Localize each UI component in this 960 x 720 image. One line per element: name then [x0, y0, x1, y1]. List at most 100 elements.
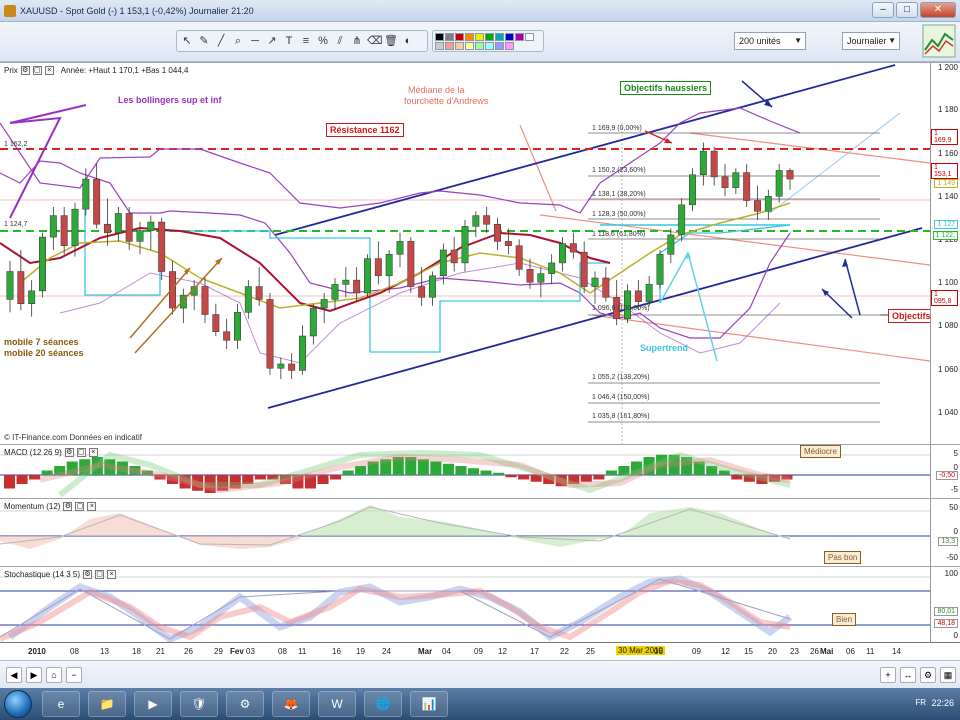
close-icon[interactable]: ×	[87, 502, 97, 511]
copy-icon[interactable]: ▢	[32, 66, 42, 75]
units-select[interactable]: 200 unités ▼	[734, 32, 806, 50]
candle-body[interactable]	[309, 307, 317, 337]
candle-body[interactable]	[786, 170, 794, 180]
candle-body[interactable]	[201, 286, 209, 315]
stochastic-chart[interactable]	[0, 567, 930, 643]
hline-icon[interactable]: ─	[248, 34, 262, 48]
trendline-icon[interactable]: ↗	[265, 34, 279, 48]
color-swatch[interactable]	[435, 42, 444, 50]
candle-body[interactable]	[710, 150, 718, 178]
candle-body[interactable]	[71, 208, 79, 246]
candle-body[interactable]	[418, 286, 426, 298]
tool-icon[interactable]: ⚙	[83, 570, 93, 579]
maximize-button[interactable]: □	[896, 2, 918, 18]
candle-body[interactable]	[450, 249, 458, 264]
candle-body[interactable]	[580, 251, 588, 287]
candle-body[interactable]	[591, 277, 599, 287]
candle-body[interactable]	[385, 254, 393, 277]
candle-body[interactable]	[754, 200, 761, 212]
candle-body[interactable]	[407, 241, 415, 287]
candle-body[interactable]	[732, 172, 740, 188]
candle-body[interactable]	[548, 262, 556, 274]
candle-body[interactable]	[6, 271, 14, 300]
candle-body[interactable]	[17, 271, 25, 304]
candle-body[interactable]	[364, 258, 371, 294]
candle-body[interactable]	[721, 176, 729, 188]
settings-icon[interactable]: ⚙	[920, 667, 936, 683]
candle-body[interactable]	[634, 290, 642, 302]
color-swatch[interactable]	[445, 42, 454, 50]
color-swatch[interactable]	[485, 42, 494, 50]
candle-body[interactable]	[353, 279, 361, 294]
start-button[interactable]	[4, 690, 32, 718]
candle-body[interactable]	[277, 363, 285, 369]
candle-body[interactable]	[537, 273, 545, 283]
candle-body[interactable]	[743, 172, 751, 201]
pencil-icon[interactable]: ✎	[197, 34, 211, 48]
fibo-icon[interactable]: ≡	[299, 34, 313, 48]
candle-body[interactable]	[515, 245, 523, 270]
candle-body[interactable]	[212, 314, 220, 332]
color-swatch[interactable]	[445, 33, 454, 41]
tool-icon[interactable]: ⚙	[63, 502, 73, 511]
candle-body[interactable]	[504, 241, 512, 246]
color-swatch[interactable]	[455, 33, 464, 41]
eraser-icon[interactable]: ⌫	[367, 34, 383, 48]
macd-chart[interactable]	[0, 445, 930, 499]
candle-body[interactable]	[223, 331, 231, 341]
color-swatch[interactable]	[505, 33, 514, 41]
scroll-right-icon[interactable]: ▶	[26, 667, 42, 683]
candle-body[interactable]	[104, 223, 111, 234]
candle-body[interactable]	[234, 312, 241, 341]
close-button[interactable]: ✕	[920, 2, 956, 18]
candle-body[interactable]	[494, 223, 501, 242]
color-swatch[interactable]	[495, 33, 504, 41]
language-indicator[interactable]: FR	[915, 698, 926, 707]
taskbar-app-icon[interactable]: W	[318, 691, 356, 717]
candle-body[interactable]	[374, 258, 382, 277]
taskbar-app-icon[interactable]: 📁	[88, 691, 126, 717]
candle-body[interactable]	[158, 221, 166, 272]
color-swatch[interactable]	[465, 33, 474, 41]
candle-body[interactable]	[288, 363, 296, 371]
candle-body[interactable]	[559, 243, 566, 264]
candle-body[interactable]	[689, 174, 696, 206]
zoom-in-icon[interactable]: +	[880, 667, 896, 683]
tool-icon[interactable]: ⚙	[20, 66, 30, 75]
candle-body[interactable]	[775, 170, 783, 197]
candle-body[interactable]	[39, 236, 46, 292]
taskbar-app-icon[interactable]: 🌐	[364, 691, 402, 717]
candle-body[interactable]	[439, 249, 447, 277]
minimize-button[interactable]: –	[872, 2, 894, 18]
taskbar-app-icon[interactable]: ⚙	[226, 691, 264, 717]
candle-body[interactable]	[461, 226, 469, 264]
momentum-chart[interactable]	[0, 499, 930, 567]
stochastic-panel[interactable]: Stochastique (14 3 5) ⚙ ▢ × Bien 100 0 8…	[0, 566, 960, 643]
color-swatch[interactable]	[465, 42, 474, 50]
color-swatch[interactable]	[495, 42, 504, 50]
candle-body[interactable]	[28, 290, 36, 305]
macd-panel[interactable]: MACD (12 26 9) ⚙ ▢ × Médiocre 5 0 -5 -0,…	[0, 444, 960, 498]
candle-body[interactable]	[602, 277, 610, 298]
price-axis[interactable]: 1 200 1 180 1 160 1 140 1 120 1 100 1 08…	[930, 63, 960, 444]
lock-icon[interactable]: ⌂	[46, 667, 62, 683]
candle-body[interactable]	[244, 286, 252, 313]
candle-body[interactable]	[678, 204, 686, 236]
taskbar-app-icon[interactable]: 📊	[410, 691, 448, 717]
zoom-icon[interactable]: ⌕	[231, 34, 245, 48]
color-swatch[interactable]	[505, 42, 514, 50]
candle-body[interactable]	[266, 299, 274, 369]
copy-icon[interactable]: ▢	[75, 502, 85, 511]
color-swatch[interactable]	[435, 33, 444, 41]
close-icon[interactable]: ×	[88, 448, 98, 457]
channel-icon[interactable]: ⫽	[333, 34, 347, 48]
candle-body[interactable]	[472, 215, 480, 227]
candle-body[interactable]	[49, 215, 57, 238]
candle-body[interactable]	[320, 299, 328, 309]
taskbar-app-icon[interactable]: 🛡	[180, 691, 218, 717]
close-icon[interactable]: ×	[107, 570, 117, 579]
candle-body[interactable]	[569, 243, 577, 253]
candle-body[interactable]	[299, 335, 306, 371]
percent-icon[interactable]: %	[316, 34, 330, 48]
copy-icon[interactable]: ▢	[95, 570, 105, 579]
